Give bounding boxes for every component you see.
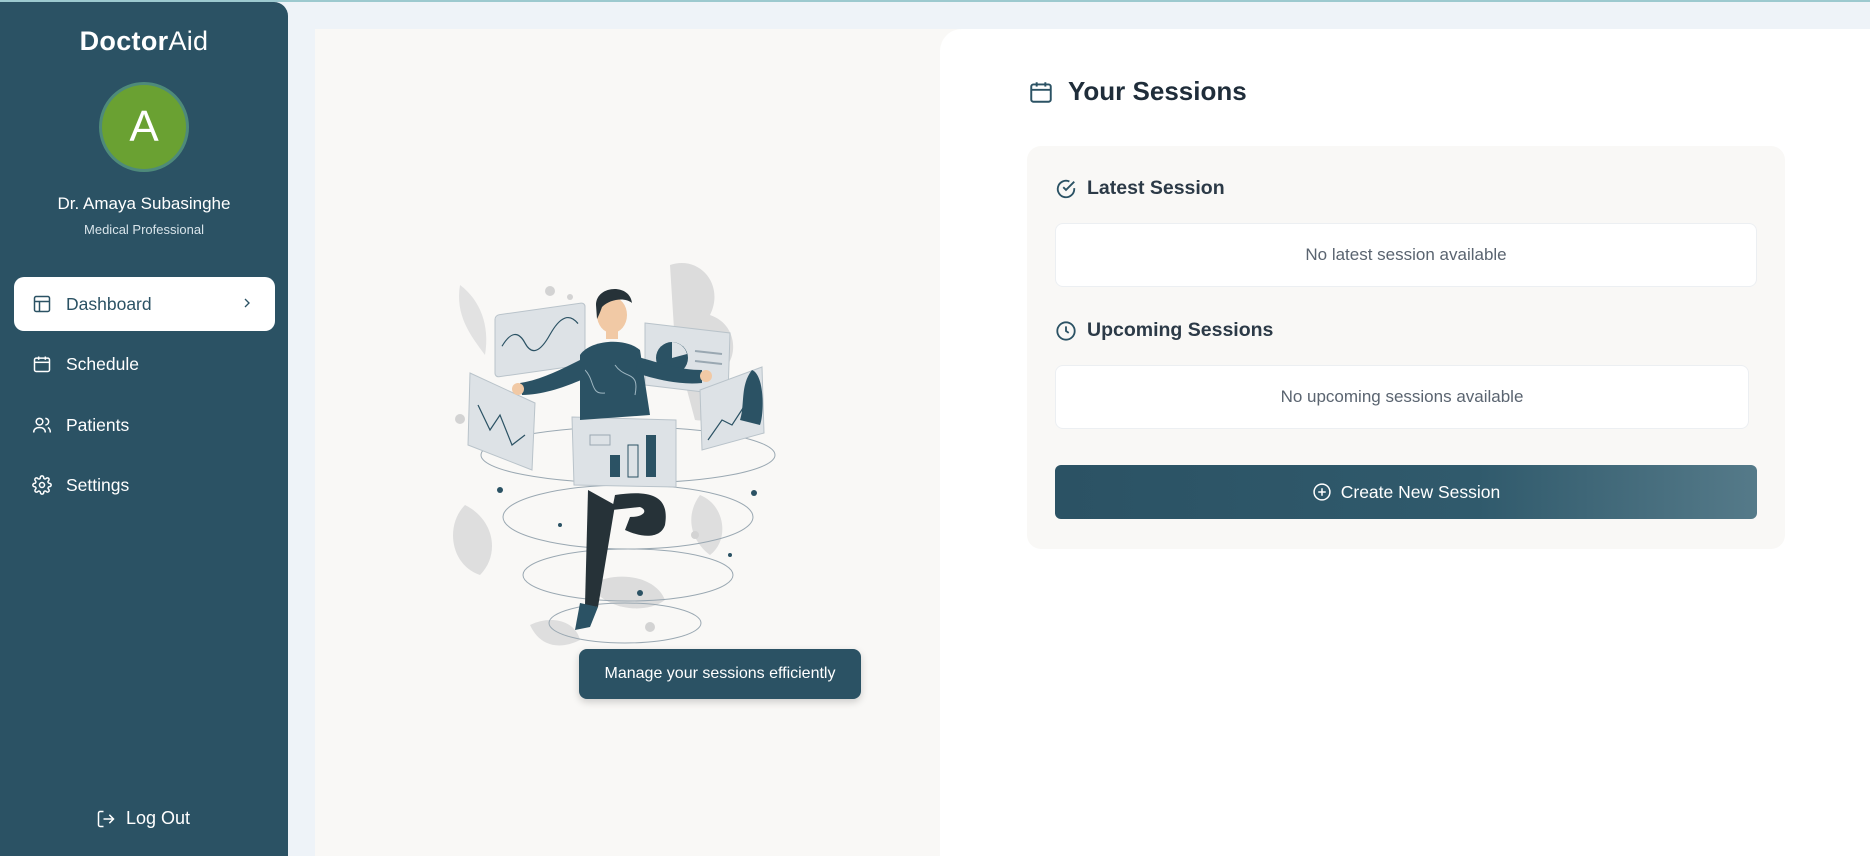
sidebar-item-schedule[interactable]: Schedule — [14, 337, 275, 391]
layout-icon — [32, 294, 52, 314]
sidebar-item-settings[interactable]: Settings — [14, 458, 275, 512]
doctor-name: Dr. Amaya Subasinghe — [57, 194, 231, 213]
upcoming-sessions-heading: Upcoming Sessions — [1055, 319, 1273, 342]
app-logo[interactable]: DoctorAid — [0, 26, 288, 57]
calendar-icon — [32, 354, 52, 374]
illustration-caption: Manage your sessions efficiently — [579, 649, 861, 699]
sessions-illustration — [453, 263, 776, 646]
latest-session-heading-text: Latest Session — [1087, 177, 1225, 199]
avatar-initial: A — [129, 102, 159, 151]
sidebar-item-label: Patients — [66, 414, 130, 435]
clock-icon — [1055, 320, 1077, 342]
create-new-session-label: Create New Session — [1340, 481, 1501, 502]
page-title-text: Your Sessions — [1068, 76, 1247, 106]
sidebar: DoctorAid A Dr. Amaya Subasinghe Medical… — [0, 2, 288, 856]
latest-session-empty: No latest session available — [1055, 223, 1757, 287]
sidebar-item-dashboard[interactable]: Dashboard — [14, 277, 275, 331]
sidebar-item-label: Schedule — [66, 353, 139, 374]
sidebar-item-label: Settings — [66, 474, 130, 495]
calendar-icon — [1028, 79, 1054, 105]
logout-button[interactable]: Log Out — [96, 808, 190, 829]
doctor-role: Medical Professional — [84, 222, 204, 237]
logout-icon — [96, 809, 116, 829]
upcoming-sessions-empty: No upcoming sessions available — [1055, 365, 1749, 429]
logout-label: Log Out — [126, 808, 191, 828]
sidebar-item-patients[interactable]: Patients — [14, 398, 275, 452]
logo-bold-text: Doctor — [79, 26, 169, 56]
sidebar-item-label: Dashboard — [66, 293, 152, 314]
upcoming-sessions-heading-text: Upcoming Sessions — [1087, 319, 1274, 341]
plus-circle-icon — [1312, 482, 1332, 502]
chevron-right-icon — [239, 295, 255, 311]
avatar[interactable]: A — [99, 82, 189, 172]
latest-session-heading: Latest Session — [1055, 177, 1225, 200]
gear-icon — [32, 475, 52, 495]
check-circle-icon — [1055, 178, 1077, 200]
page-title: Your Sessions — [1028, 76, 1247, 107]
logo-light-text: Aid — [168, 26, 209, 56]
top-border — [0, 0, 1870, 2]
create-new-session-button[interactable]: Create New Session — [1055, 465, 1757, 519]
users-icon — [32, 415, 52, 435]
